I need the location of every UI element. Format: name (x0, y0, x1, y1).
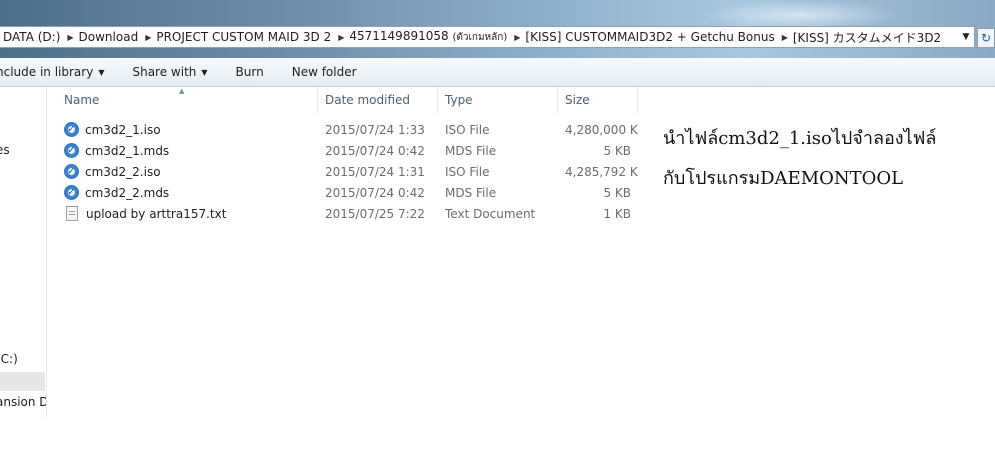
breadcrumb-arrow-icon[interactable]: ▶ (512, 33, 522, 42)
page-footer-blank (0, 417, 995, 460)
file-name: cm3d2_1.iso (85, 122, 161, 137)
nav-item-partial[interactable]: es (0, 143, 10, 157)
include-in-library-button[interactable]: nclude in library ▼ (0, 65, 118, 79)
command-bar: nclude in library ▼ Share with ▼ Burn Ne… (0, 58, 995, 87)
include-in-library-label: nclude in library (0, 65, 94, 79)
file-date: 2015/07/25 7:22 (325, 206, 425, 221)
file-name: upload by arttra157.txt (86, 206, 227, 221)
burn-button[interactable]: Burn (222, 65, 278, 79)
breadcrumb-product-number: 4571149891058 (349, 29, 449, 43)
breadcrumb-arrow-icon[interactable]: ▶ (143, 33, 153, 42)
address-bar[interactable]: DATA (D:) ▶ Download ▶ PROJECT CUSTOM MA… (0, 26, 975, 48)
column-header-name[interactable]: Name ▲ (57, 87, 318, 113)
nav-item-expansion[interactable]: ansion D (0, 395, 46, 409)
disc-image-icon: ✓ (64, 122, 79, 137)
disc-image-icon: ✓ (64, 164, 79, 179)
file-name: cm3d2_1.mds (85, 143, 170, 158)
disc-image-icon: ✓ (64, 143, 79, 158)
breadcrumb-current-folder[interactable]: [KISS] カスタムメイド3D2 (790, 29, 946, 46)
navigation-pane[interactable]: es (C:) ansion D (0, 87, 47, 417)
nav-item-selected[interactable] (0, 372, 45, 391)
column-header-size[interactable]: Size (558, 87, 638, 113)
file-row[interactable]: ✓ cm3d2_1.mds 2015/07/24 0:42 MDS File 5… (57, 140, 638, 161)
refresh-icon[interactable]: ↻ (977, 28, 995, 48)
file-name-cell[interactable]: upload by arttra157.txt (57, 206, 318, 221)
file-type: Text Document (445, 206, 536, 221)
column-type-label: Type (445, 93, 473, 107)
file-size: 4,285,792 KB (565, 164, 638, 179)
burn-label: Burn (235, 65, 264, 79)
column-date-label: Date modified (325, 93, 411, 107)
breadcrumb-download[interactable]: Download (76, 30, 144, 44)
column-size-label: Size (565, 93, 590, 107)
file-name-cell[interactable]: ✓ cm3d2_1.iso (57, 122, 318, 137)
annotation-note: นำไฟล์cm3d2_1.isoไปจำลองไฟล์ กับโปรแกรมD… (663, 128, 936, 207)
file-name: cm3d2_2.mds (85, 185, 170, 200)
file-row[interactable]: ✓ cm3d2_2.iso 2015/07/24 1:31 ISO File 4… (57, 161, 638, 182)
new-folder-label: New folder (291, 65, 357, 79)
breadcrumb-drive[interactable]: DATA (D:) (0, 30, 65, 44)
chevron-down-icon: ▼ (98, 67, 105, 77)
chevron-down-icon: ▼ (201, 67, 208, 77)
file-row[interactable]: ✓ cm3d2_1.iso 2015/07/24 1:33 ISO File 4… (57, 119, 638, 140)
new-folder-button[interactable]: New folder (278, 65, 371, 79)
file-type: ISO File (445, 164, 490, 179)
file-name-cell[interactable]: ✓ cm3d2_1.mds (57, 143, 318, 158)
column-header-date[interactable]: Date modified (318, 87, 438, 113)
file-date: 2015/07/24 1:31 (325, 164, 425, 179)
file-date: 2015/07/24 0:42 (325, 185, 425, 200)
column-header-row: Name ▲ Date modified Type Size (57, 87, 638, 113)
annotation-line-2: กับโปรแกรมDAEMONTOOL (663, 167, 904, 189)
file-type: MDS File (445, 185, 497, 200)
sort-ascending-icon: ▲ (179, 87, 185, 95)
file-list: ✓ cm3d2_1.iso 2015/07/24 1:33 ISO File 4… (57, 119, 638, 224)
file-size: 4,280,000 KB (565, 122, 638, 137)
chevron-down-icon[interactable]: ▼ (958, 27, 974, 47)
file-type: ISO File (445, 122, 490, 137)
breadcrumb-arrow-icon[interactable]: ▶ (336, 33, 346, 42)
share-with-button[interactable]: Share with ▼ (118, 65, 221, 79)
annotation-line-1: นำไฟล์cm3d2_1.isoไปจำลองไฟล์ (663, 128, 937, 149)
file-size: 5 KB (603, 143, 631, 158)
file-type: MDS File (445, 143, 497, 158)
breadcrumb-product-code[interactable]: 4571149891058 (ตัวเกมหลัก) (346, 29, 512, 45)
file-name-cell[interactable]: ✓ cm3d2_2.mds (57, 185, 318, 200)
column-name-label: Name (64, 93, 100, 107)
file-size: 1 KB (603, 206, 631, 221)
disc-image-icon: ✓ (64, 185, 79, 200)
file-row[interactable]: upload by arttra157.txt 2015/07/25 7:22 … (57, 203, 638, 224)
column-header-type[interactable]: Type (438, 87, 558, 113)
breadcrumb-product-note: (ตัวเกมหลัก) (452, 32, 508, 43)
text-file-icon (66, 206, 78, 221)
file-size: 5 KB (603, 185, 631, 200)
file-date: 2015/07/24 0:42 (325, 143, 425, 158)
breadcrumb-arrow-icon[interactable]: ▶ (780, 33, 790, 42)
breadcrumb-kiss-bonus[interactable]: [KISS] CUSTOMMAID3D2 + Getchu Bonus (522, 30, 779, 44)
breadcrumb-project[interactable]: PROJECT CUSTOM MAID 3D 2 (153, 30, 336, 44)
file-name-cell[interactable]: ✓ cm3d2_2.iso (57, 164, 318, 179)
file-row[interactable]: ✓ cm3d2_2.mds 2015/07/24 0:42 MDS File 5… (57, 182, 638, 203)
file-date: 2015/07/24 1:33 (325, 122, 425, 137)
share-with-label: Share with (132, 65, 197, 79)
file-name: cm3d2_2.iso (85, 164, 161, 179)
breadcrumb-arrow-icon[interactable]: ▶ (65, 33, 75, 42)
nav-item-drive-c[interactable]: (C:) (0, 352, 18, 366)
